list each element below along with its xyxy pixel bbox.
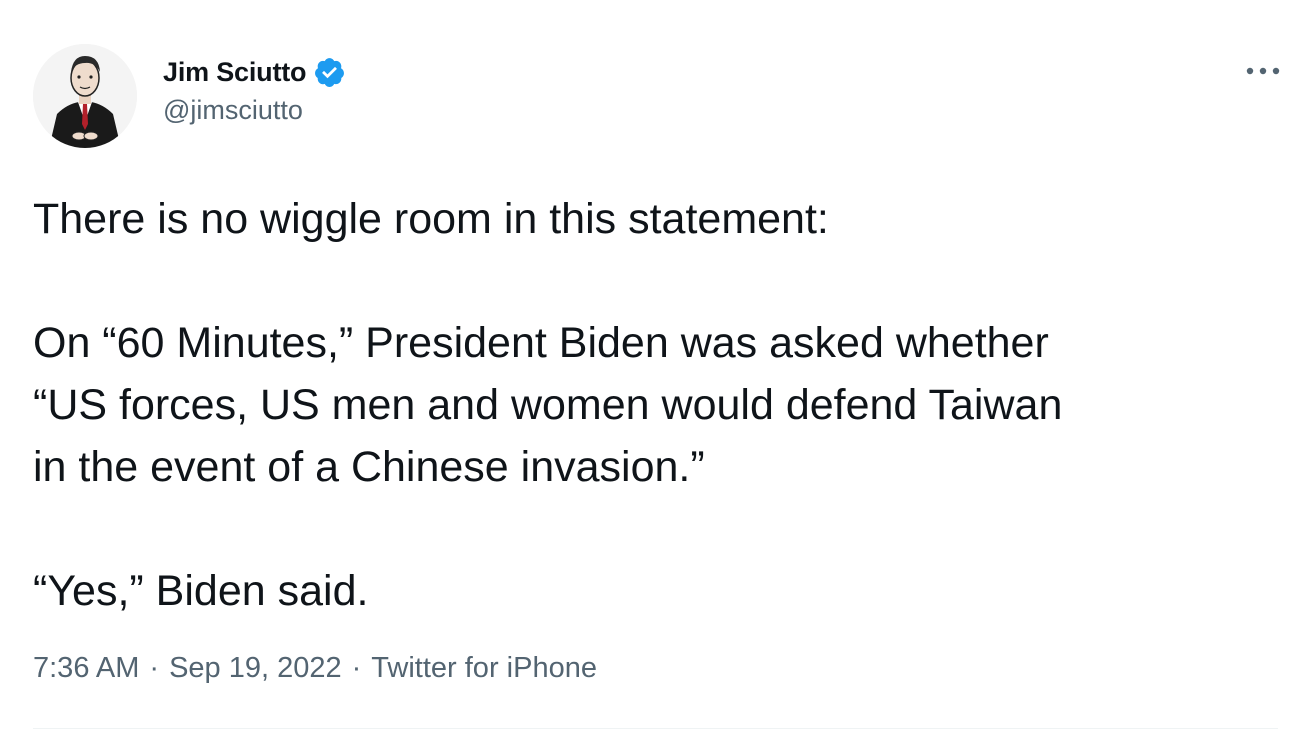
avatar[interactable] bbox=[33, 44, 137, 148]
tweet-text-line: “Yes,” Biden said. bbox=[33, 567, 369, 615]
meta-separator: · bbox=[351, 652, 362, 684]
tweet-text-line: There is no wiggle room in this statemen… bbox=[33, 195, 829, 243]
tweet-metadata: 7:36 AM · Sep 19, 2022 · Twitter for iPh… bbox=[33, 652, 597, 685]
more-options-icon[interactable] bbox=[1244, 56, 1282, 86]
tweet-card: Jim Sciutto @jimsciutto There is no wigg… bbox=[0, 0, 1310, 732]
tweet-text-blank-line bbox=[33, 250, 1273, 312]
tweet-text-line: in the event of a Chinese invasion.” bbox=[33, 443, 705, 491]
tweet-source-link[interactable]: Twitter for iPhone bbox=[371, 652, 597, 685]
divider bbox=[33, 728, 1278, 729]
author-handle[interactable]: @jimsciutto bbox=[163, 95, 346, 126]
tweet-text: There is no wiggle room in this statemen… bbox=[33, 188, 1273, 622]
verified-badge-icon bbox=[313, 56, 346, 89]
tweet-text-line: “US forces, US men and women would defen… bbox=[33, 381, 1063, 429]
meta-separator: · bbox=[149, 652, 160, 684]
tweet-date-link[interactable]: Sep 19, 2022 bbox=[169, 652, 342, 685]
tweet-time-link[interactable]: 7:36 AM bbox=[33, 652, 139, 685]
author-info: Jim Sciutto @jimsciutto bbox=[163, 52, 346, 126]
display-name-row: Jim Sciutto bbox=[163, 52, 346, 92]
tweet-text-line: On “60 Minutes,” President Biden was ask… bbox=[33, 319, 1049, 367]
display-name[interactable]: Jim Sciutto bbox=[163, 57, 307, 88]
tweet-text-blank-line bbox=[33, 498, 1273, 560]
avatar-illustration bbox=[33, 44, 137, 148]
